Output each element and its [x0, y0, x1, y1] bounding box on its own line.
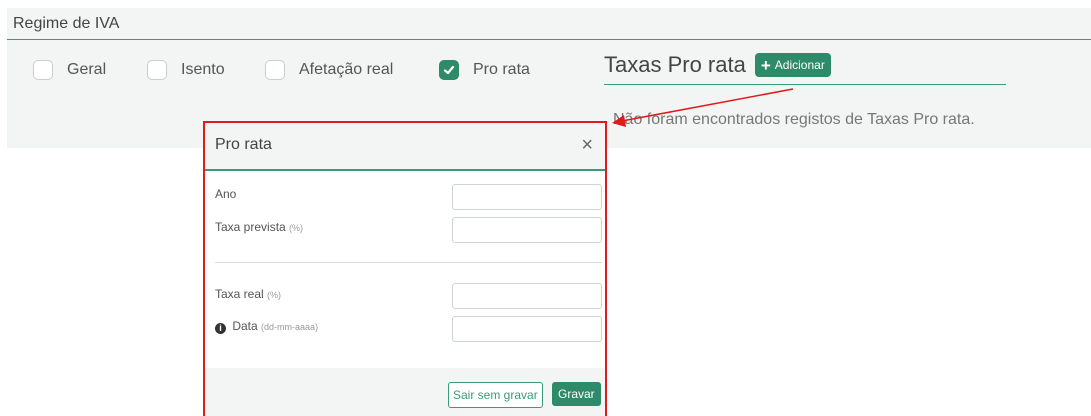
ano-label-text: Ano: [215, 187, 237, 201]
data-label: i Data (dd-mm-aaaa): [215, 319, 318, 334]
modal-divider: [215, 262, 602, 263]
add-taxa-label: Adicionar: [774, 58, 825, 72]
checkmark-icon: [443, 65, 455, 75]
checkbox-geral[interactable]: [33, 60, 53, 80]
info-icon[interactable]: i: [215, 323, 226, 334]
modal-title: Pro rata: [215, 136, 272, 153]
section-divider: [7, 39, 1091, 40]
close-icon[interactable]: ×: [581, 134, 593, 157]
modal-footer: Sair sem gravar Gravar: [205, 368, 605, 416]
taxa-real-hint: (%): [267, 290, 282, 300]
taxas-divider: [604, 84, 1006, 85]
checkbox-isento[interactable]: [147, 60, 167, 80]
option-isento-label: Isento: [181, 61, 225, 78]
option-afetacao-real[interactable]: Afetação real: [265, 58, 393, 82]
taxa-real-input[interactable]: [452, 283, 602, 309]
section-title: Regime de IVA: [13, 15, 120, 32]
modal-header: Pro rata ×: [205, 123, 605, 171]
option-geral[interactable]: Geral: [33, 58, 106, 82]
taxa-prevista-input[interactable]: [452, 217, 602, 243]
data-label-text: Data: [232, 319, 258, 333]
taxa-prevista-hint: (%): [289, 223, 304, 233]
option-pro-rata-label: Pro rata: [473, 61, 530, 78]
ano-label: Ano: [215, 187, 236, 201]
taxas-empty-message: Não foram encontrados registos de Taxas …: [613, 111, 975, 128]
option-pro-rata[interactable]: Pro rata: [439, 58, 530, 82]
data-input[interactable]: [452, 316, 602, 342]
taxa-prevista-label: Taxa prevista (%): [215, 220, 303, 234]
option-isento[interactable]: Isento: [147, 58, 225, 82]
option-geral-label: Geral: [67, 61, 107, 78]
save-button[interactable]: Gravar: [552, 382, 601, 406]
taxa-prevista-label-text: Taxa prevista: [215, 220, 286, 234]
pro-rata-modal: Pro rata × Ano Taxa prevista (%) Taxa re…: [203, 121, 607, 416]
cancel-button[interactable]: Sair sem gravar: [448, 382, 543, 408]
option-afetacao-real-label: Afetação real: [299, 61, 394, 78]
taxas-title: Taxas Pro rata: [604, 52, 746, 77]
checkbox-afetacao-real[interactable]: [265, 60, 285, 80]
data-hint: (dd-mm-aaaa): [261, 322, 319, 332]
taxa-real-label-text: Taxa real: [215, 287, 264, 301]
taxa-real-label: Taxa real (%): [215, 287, 281, 301]
plus-icon: +: [760, 55, 771, 75]
checkbox-pro-rata[interactable]: [439, 60, 459, 80]
taxas-header: Taxas Pro rata + Adicionar: [604, 52, 831, 78]
ano-input[interactable]: [452, 184, 602, 210]
add-taxa-button[interactable]: + Adicionar: [754, 53, 831, 77]
